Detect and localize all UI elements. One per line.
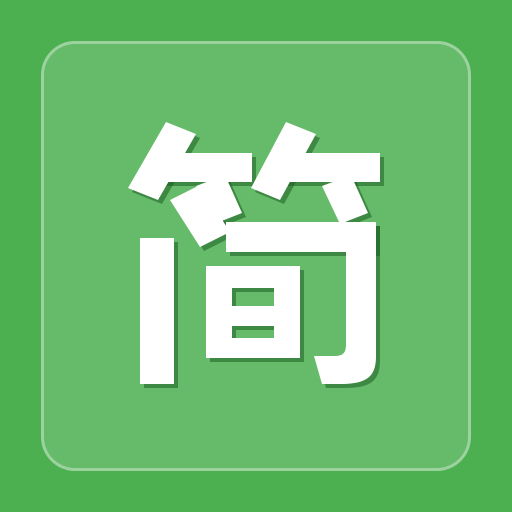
- app-icon: 简: [0, 0, 512, 512]
- jian-character-glyph: [128, 122, 384, 388]
